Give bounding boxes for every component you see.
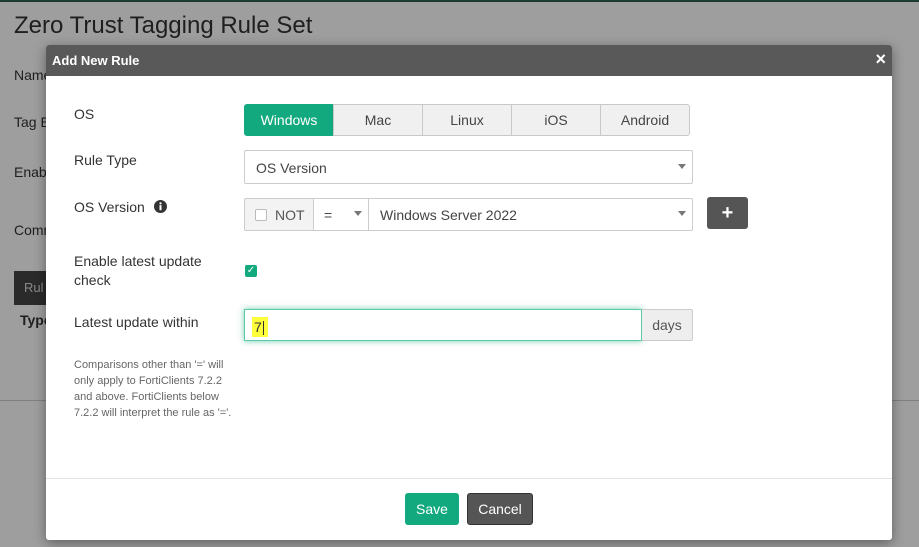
os-version-select[interactable]: Windows Server 2022 — [368, 198, 693, 231]
os-option-ios[interactable]: iOS — [511, 104, 601, 136]
chevron-down-icon — [354, 211, 362, 216]
close-icon[interactable]: × — [875, 49, 886, 69]
os-option-linux[interactable]: Linux — [422, 104, 512, 136]
not-checkbox[interactable] — [255, 208, 267, 221]
days-unit-addon: days — [642, 309, 693, 341]
save-button[interactable]: Save — [405, 493, 459, 525]
os-option-windows[interactable]: Windows — [244, 104, 334, 136]
os-option-mac[interactable]: Mac — [333, 104, 423, 136]
dialog-title: Add New Rule — [52, 53, 140, 68]
latest-update-within-label: Latest update within — [74, 314, 199, 330]
footer-divider — [46, 478, 892, 479]
checkmark-icon: ✓ — [246, 265, 256, 276]
chevron-down-icon — [678, 211, 686, 216]
os-version-label-text: OS Version — [74, 199, 145, 215]
add-os-version-button[interactable]: + — [707, 197, 748, 229]
highlighted-value: 7 — [252, 317, 268, 337]
days-value: 7 — [254, 319, 262, 335]
not-label: NOT — [275, 206, 305, 223]
cancel-button[interactable]: Cancel — [467, 493, 533, 525]
latest-update-checkbox[interactable]: ✓ — [245, 265, 257, 277]
add-rule-dialog: Add New Rule × OS Windows Mac Linux iOS … — [46, 45, 892, 540]
operator-select[interactable]: = — [313, 198, 369, 231]
dialog-header: Add New Rule × — [46, 45, 892, 76]
operator-value: = — [324, 207, 333, 223]
rule-type-label: Rule Type — [74, 152, 137, 168]
text-cursor — [262, 321, 264, 336]
rule-type-select[interactable]: OS Version — [244, 150, 693, 184]
os-version-label: OS Version — [74, 198, 167, 217]
info-circle-icon[interactable] — [153, 200, 167, 213]
os-option-android[interactable]: Android — [600, 104, 690, 136]
not-toggle[interactable]: NOT — [244, 198, 314, 231]
os-label: OS — [74, 106, 95, 122]
os-version-value: Windows Server 2022 — [380, 207, 517, 223]
rule-type-value: OS Version — [256, 160, 327, 176]
chevron-down-icon — [678, 164, 686, 169]
latest-update-days-input[interactable]: 7 — [244, 309, 642, 341]
os-segmented-control: Windows Mac Linux iOS Android — [244, 104, 690, 136]
plus-icon: + — [721, 201, 734, 224]
comparison-help-text: Comparisons other than '=' will only app… — [74, 359, 232, 419]
latest-update-check-label: Enable latest update check — [74, 253, 202, 288]
